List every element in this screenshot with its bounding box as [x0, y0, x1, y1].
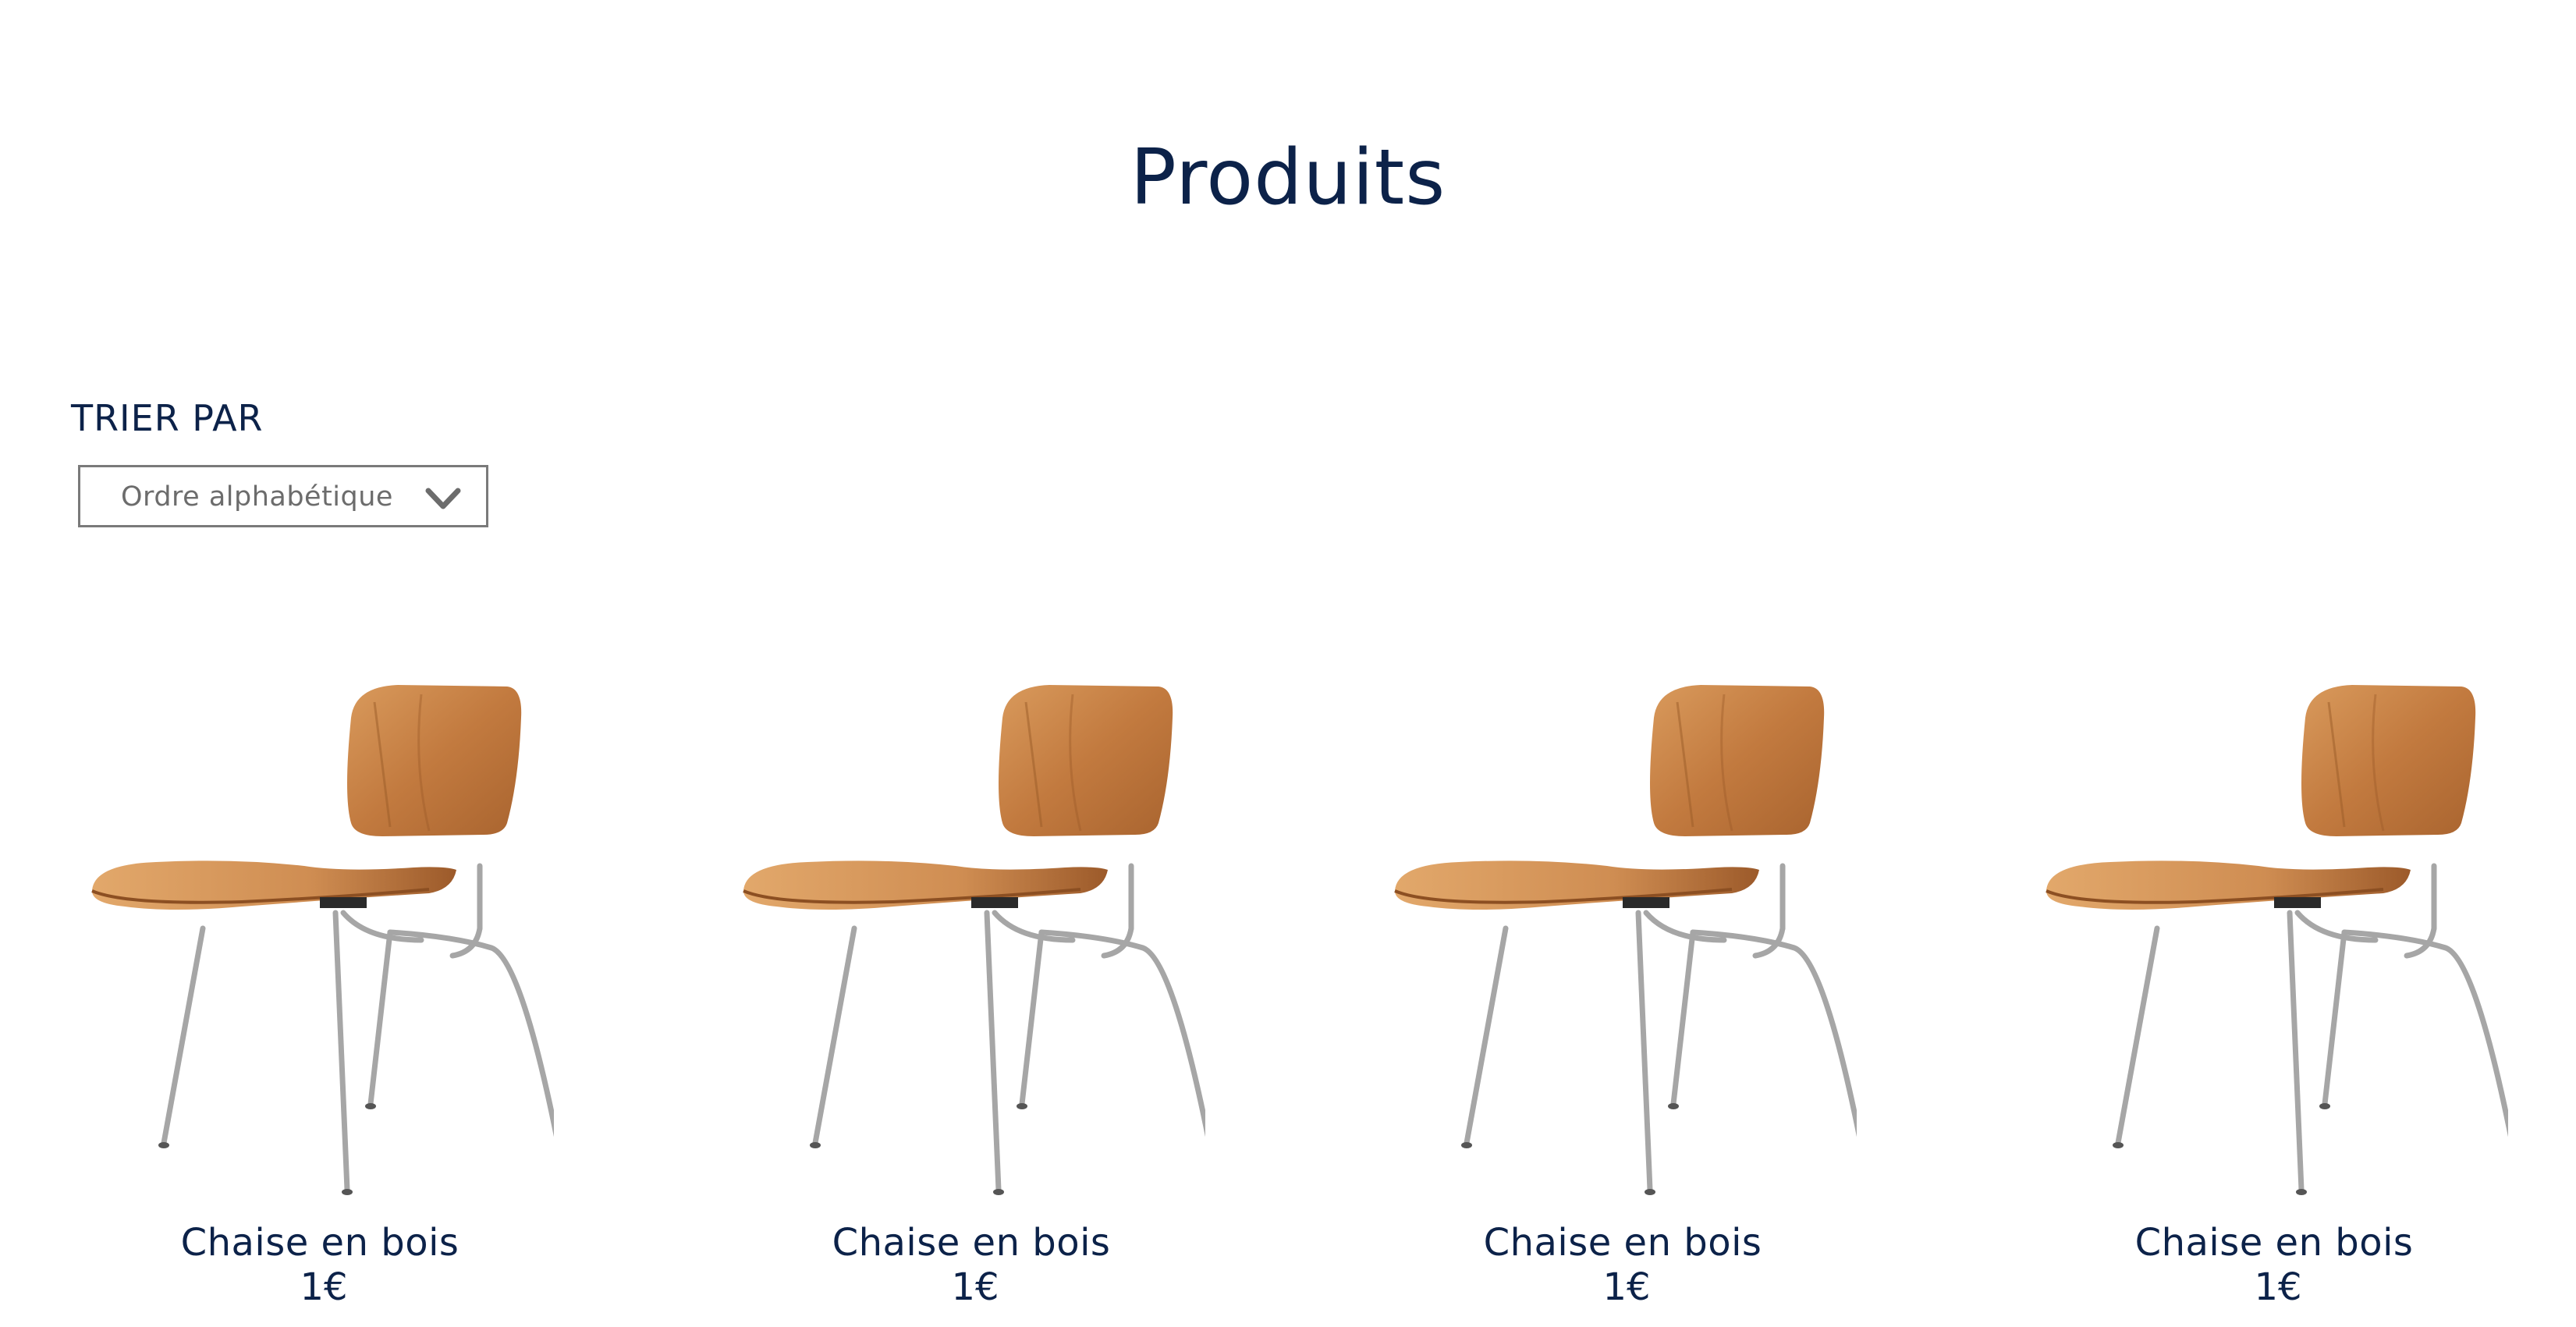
product-card[interactable]: Chaise en bois 1€ — [1357, 671, 1888, 1327]
product-name[interactable]: Chaise en bois — [2009, 1221, 2539, 1265]
product-name[interactable]: Chaise en bois — [1357, 1221, 1888, 1265]
product-card[interactable]: Chaise en bois 1€ — [706, 671, 1237, 1327]
wooden-chair-image[interactable] — [1389, 671, 1857, 1201]
product-card[interactable]: Chaise en bois 1€ — [2009, 671, 2539, 1327]
product-price: 1€ — [2254, 1265, 2302, 1309]
chevron-down-icon — [425, 488, 461, 509]
sort-label: TRIER PAR — [71, 397, 264, 439]
product-price: 1€ — [300, 1265, 348, 1309]
wooden-chair-image[interactable] — [737, 671, 1205, 1201]
product-grid: Chaise en bois 1€ Chaise en bois 1€ Chai… — [0, 671, 2576, 1327]
sort-select[interactable]: Ordre alphabétique — [78, 465, 488, 527]
product-name[interactable]: Chaise en bois — [706, 1221, 1237, 1265]
wooden-chair-image[interactable] — [86, 671, 554, 1201]
product-price: 1€ — [951, 1265, 999, 1309]
wooden-chair-image[interactable] — [2040, 671, 2508, 1201]
sort-select-value: Ordre alphabétique — [121, 481, 393, 513]
product-name[interactable]: Chaise en bois — [55, 1221, 585, 1265]
product-price: 1€ — [1602, 1265, 1651, 1309]
page-title: Produits — [1130, 133, 1446, 222]
product-card[interactable]: Chaise en bois 1€ — [55, 671, 585, 1327]
